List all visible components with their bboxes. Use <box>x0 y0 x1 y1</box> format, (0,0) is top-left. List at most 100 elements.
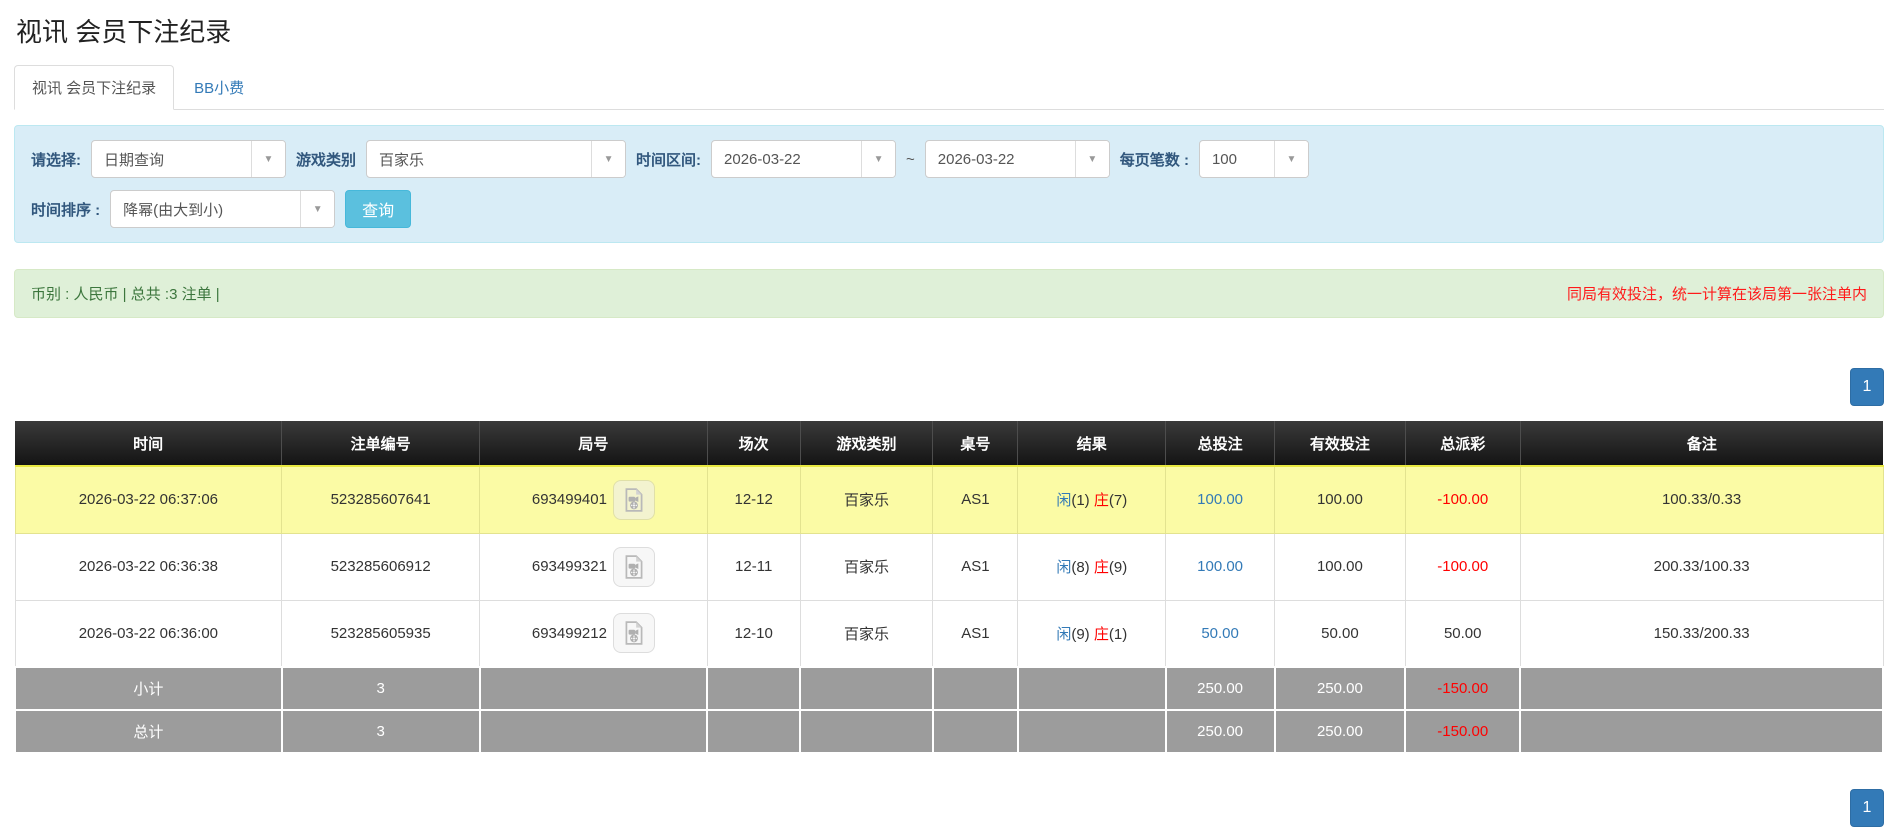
table-body: 2026-03-22 06:37:06 523285607641 693499401… <box>14 465 1884 754</box>
cell-bet-id: 523285607641 <box>281 465 481 534</box>
table-row: 2026-03-22 06:36:38 523285606912 693499321… <box>14 532 1884 601</box>
date-from-select[interactable]: 2026-03-22 ▼ <box>711 140 897 178</box>
subtotal-row-cell-0: 小计 <box>14 666 283 711</box>
total-row: 总计 3 250.00 250.00 -150.00 <box>14 709 1884 754</box>
subtotal-row-cell-4 <box>799 666 934 711</box>
result-banker-value: (9) <box>1108 559 1128 576</box>
betting-records-table: 时间 注单编号 局号 场次 游戏类别 桌号 结果 总投注 有效投注 总派彩 备注 2026-03-2… <box>14 421 1884 754</box>
total-row-cell-8: 250.00 <box>1273 709 1407 754</box>
result-banker-value: (1) <box>1108 625 1128 643</box>
cell-time: 2026-03-22 06:37:06 <box>14 465 283 534</box>
video-playback-button[interactable] <box>612 546 655 587</box>
cell-bet-id: 523285606912 <box>281 532 481 601</box>
query-mode-label: 请选择: <box>31 151 81 169</box>
tab-bb-tips[interactable]: BB小费 <box>176 65 262 110</box>
total-bet-link[interactable]: 50.00 <box>1201 625 1239 642</box>
result-player-label: 闲 <box>1056 625 1072 643</box>
column-header-7: 总投注 <box>1165 421 1276 467</box>
chevron-down-icon[interactable]: ▼ <box>861 141 896 177</box>
video-playback-button[interactable] <box>612 613 655 654</box>
page-size-value: 100 <box>1211 150 1237 168</box>
cell-game-type: 百家乐 <box>799 599 934 668</box>
chevron-down-icon[interactable]: ▼ <box>1074 141 1109 177</box>
page-size-select[interactable]: 100 ▼ <box>1198 140 1309 178</box>
result-banker-label: 庄 <box>1093 492 1109 510</box>
column-header-9: 总派彩 <box>1405 421 1521 467</box>
chevron-down-icon[interactable]: ▼ <box>251 141 285 177</box>
total-row-cell-5 <box>931 709 1019 754</box>
cell-session: 12-11 <box>706 532 801 601</box>
result-player-value: (8) <box>1071 559 1094 576</box>
tilde-separator: ~ <box>906 150 915 168</box>
total-row-cell-10 <box>1519 709 1884 754</box>
search-button[interactable]: 查询 <box>345 190 412 228</box>
cell-payout: -100.00 <box>1404 465 1521 534</box>
cell-time: 2026-03-22 06:36:00 <box>14 599 283 668</box>
total-bet-link[interactable]: 100.00 <box>1197 558 1243 575</box>
subtotal-row: 小计 3 250.00 250.00 -150.00 <box>14 666 1884 711</box>
total-row-cell-6 <box>1016 709 1167 754</box>
table-row: 2026-03-22 06:37:06 523285607641 693499401… <box>14 465 1884 534</box>
game-type-label: 游戏类别 <box>296 151 357 169</box>
column-header-4: 游戏类别 <box>800 421 934 467</box>
chevron-down-icon[interactable]: ▼ <box>591 141 626 177</box>
cell-result: 闲(8) 庄(9) <box>1017 532 1167 601</box>
cell-table-no: AS1 <box>932 465 1019 534</box>
result-player-label: 闲 <box>1056 559 1072 576</box>
cell-valid-bet: 100.00 <box>1274 465 1406 534</box>
total-row-cell-7: 250.00 <box>1164 709 1276 754</box>
sort-label: 时间排序 : <box>31 201 101 219</box>
cell-valid-bet: 50.00 <box>1274 599 1406 668</box>
round-id-text: 693499321 <box>531 558 607 575</box>
page-1-button[interactable]: 1 <box>1850 789 1884 827</box>
sort-value: 降幂(由大到小) <box>123 201 224 219</box>
video-record-icon <box>625 488 643 512</box>
cell-session: 12-12 <box>706 465 801 534</box>
game-type-value: 百家乐 <box>379 151 425 169</box>
subtotal-row-cell-8: 250.00 <box>1273 666 1407 711</box>
column-header-10: 备注 <box>1520 421 1883 467</box>
cell-round-id: 693499212 <box>479 599 708 668</box>
subtotal-row-cell-1: 3 <box>280 666 481 711</box>
summary-bar: 币别 : 人民币 | 总共 :3 注单 | 同局有效投注，统一计算在该局第一张注… <box>14 269 1884 318</box>
pagination-top: 1 <box>14 368 1884 406</box>
cell-game-type: 百家乐 <box>799 532 934 601</box>
total-row-cell-9: -150.00 <box>1404 709 1522 754</box>
round-id-text: 693499401 <box>531 491 607 509</box>
page-1-button[interactable]: 1 <box>1850 368 1884 406</box>
subtotal-row-cell-7: 250.00 <box>1164 666 1276 711</box>
cell-game-type: 百家乐 <box>799 465 934 534</box>
tab-betting-records[interactable]: 视讯 会员下注纪录 <box>14 65 175 110</box>
video-playback-button[interactable] <box>612 479 655 520</box>
payout-note-text: 同局有效投注，统一计算在该局第一张注单内 <box>1566 286 1867 303</box>
column-header-6: 结果 <box>1017 421 1167 467</box>
page-title: 视讯 会员下注纪录 <box>16 17 232 47</box>
time-range-label: 时间区间: <box>636 151 702 169</box>
sort-select[interactable]: 降幂(由大到小) ▼ <box>110 190 336 228</box>
cell-payout: -100.00 <box>1404 532 1521 601</box>
result-banker-label: 庄 <box>1093 625 1109 643</box>
subtotal-row-cell-2 <box>478 666 709 711</box>
column-header-3: 场次 <box>707 421 801 467</box>
chevron-down-icon[interactable]: ▼ <box>300 191 335 227</box>
subtotal-row-cell-6 <box>1016 666 1167 711</box>
column-header-8: 有效投注 <box>1274 421 1406 467</box>
game-type-select[interactable]: 百家乐 ▼ <box>366 140 627 178</box>
result-player-value: (1) <box>1071 492 1094 510</box>
cell-remark: 100.33/0.33 <box>1519 465 1884 534</box>
cell-table-no: AS1 <box>932 599 1019 668</box>
total-row-cell-3 <box>706 709 802 754</box>
total-row-cell-0: 总计 <box>14 709 283 754</box>
cell-round-id: 693499321 <box>479 532 708 601</box>
cell-total-bet: 50.00 <box>1165 599 1276 668</box>
cell-time: 2026-03-22 06:36:38 <box>14 532 283 601</box>
chevron-down-icon[interactable]: ▼ <box>1273 141 1308 177</box>
video-record-icon <box>625 554 643 579</box>
date-to-select[interactable]: 2026-03-22 ▼ <box>924 140 1110 178</box>
result-player-value: (9) <box>1071 625 1094 643</box>
query-mode-select[interactable]: 日期查询 ▼ <box>91 140 286 178</box>
subtotal-row-cell-9: -150.00 <box>1404 666 1522 711</box>
total-bet-link[interactable]: 100.00 <box>1197 491 1243 508</box>
result-banker-label: 庄 <box>1093 559 1109 576</box>
round-id-text: 693499212 <box>531 624 607 642</box>
